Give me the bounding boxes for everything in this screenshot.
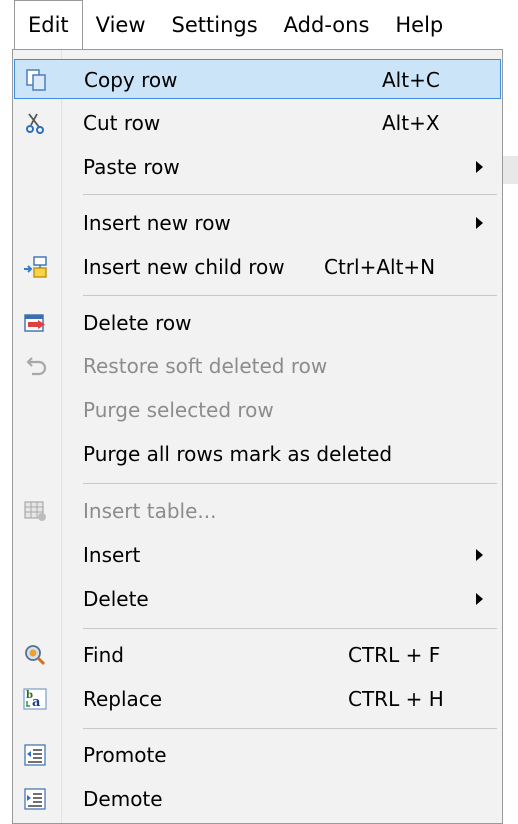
menu-item-label: Insert new row: [83, 211, 231, 235]
menu-item-label: Delete row: [83, 311, 192, 335]
menu-item-purge-all-rows[interactable]: Purge all rows mark as deleted: [14, 434, 501, 474]
menu-add-ons[interactable]: Add-ons: [271, 1, 383, 49]
menu-item-shortcut: Ctrl+Alt+N: [324, 255, 436, 279]
promote-icon: [22, 742, 48, 768]
menu-item-label: Purge selected row: [83, 398, 274, 422]
scissors-icon: [22, 110, 48, 136]
menu-item-replace[interactable]: ba Replace CTRL + H: [14, 679, 501, 719]
insert-child-row-icon: [22, 254, 48, 280]
demote-icon: [22, 786, 48, 812]
menu-item-label: Find: [83, 643, 124, 667]
submenu-arrow-icon: [476, 217, 483, 229]
svg-text:a: a: [32, 695, 41, 710]
menu-item-cut-row[interactable]: Cut row Alt+X: [14, 103, 501, 143]
menu-item-label: Cut row: [83, 111, 161, 135]
submenu-arrow-icon: [476, 161, 483, 173]
menu-item-label: Demote: [83, 787, 163, 811]
menu-edit[interactable]: Edit: [14, 0, 83, 50]
table-icon: [22, 498, 48, 524]
menu-item-purge-selected-row[interactable]: Purge selected row: [14, 390, 501, 430]
menu-item-find[interactable]: Find CTRL + F: [14, 635, 501, 675]
find-icon: [22, 642, 48, 668]
menu-separator: [83, 194, 497, 195]
menu-item-paste-row[interactable]: Paste row: [14, 147, 501, 187]
menu-item-insert-new-row[interactable]: Insert new row: [14, 203, 501, 243]
submenu-arrow-icon: [476, 549, 483, 561]
edit-dropdown-menu: Copy row Alt+C Cut row Alt+X Paste row I…: [12, 49, 503, 824]
menu-item-label: Promote: [83, 743, 167, 767]
menu-help[interactable]: Help: [382, 1, 456, 49]
restore-icon: [22, 353, 48, 379]
delete-row-icon: [22, 310, 48, 336]
replace-icon: ba: [22, 686, 48, 712]
menu-separator: [83, 728, 497, 729]
menu-separator: [83, 295, 497, 296]
menu-item-promote[interactable]: Promote: [14, 735, 501, 775]
menu-item-shortcut: Alt+C: [382, 68, 440, 92]
menu-item-label: Replace: [83, 687, 163, 711]
menu-item-shortcut: CTRL + H: [348, 687, 444, 711]
menu-item-insert-table[interactable]: Insert table...: [14, 491, 501, 531]
background-window-edge: [0, 50, 12, 824]
menu-item-insert-new-child-row[interactable]: Insert new child row Ctrl+Alt+N: [14, 247, 501, 287]
background-window-right-edge: [503, 156, 518, 184]
menu-item-label: Purge all rows mark as deleted: [83, 442, 393, 466]
menu-item-demote[interactable]: Demote: [14, 779, 501, 819]
menu-item-label: Delete: [83, 587, 149, 611]
menu-item-shortcut: Alt+X: [382, 111, 440, 135]
menu-item-label: Paste row: [83, 155, 180, 179]
menu-item-label: Insert new child row: [83, 255, 285, 279]
menu-item-label: Insert table...: [83, 499, 217, 523]
menu-item-copy-row[interactable]: Copy row Alt+C: [14, 59, 501, 99]
copy-icon: [23, 67, 49, 93]
menu-item-label: Copy row: [84, 68, 178, 92]
menu-item-shortcut: CTRL + F: [348, 643, 441, 667]
menu-separator: [83, 628, 497, 629]
menu-item-label: Restore soft deleted row: [83, 354, 328, 378]
menu-item-delete[interactable]: Delete: [14, 579, 501, 619]
menu-bar: Edit View Settings Add-ons Help: [0, 0, 518, 50]
submenu-arrow-icon: [476, 593, 483, 605]
menu-item-insert[interactable]: Insert: [14, 535, 501, 575]
menu-item-label: Insert: [83, 543, 141, 567]
menu-item-delete-row[interactable]: Delete row: [14, 303, 501, 343]
menu-settings[interactable]: Settings: [159, 1, 271, 49]
menu-separator: [83, 483, 497, 484]
menu-view[interactable]: View: [83, 1, 159, 49]
menu-item-restore-soft-deleted-row[interactable]: Restore soft deleted row: [14, 346, 501, 386]
